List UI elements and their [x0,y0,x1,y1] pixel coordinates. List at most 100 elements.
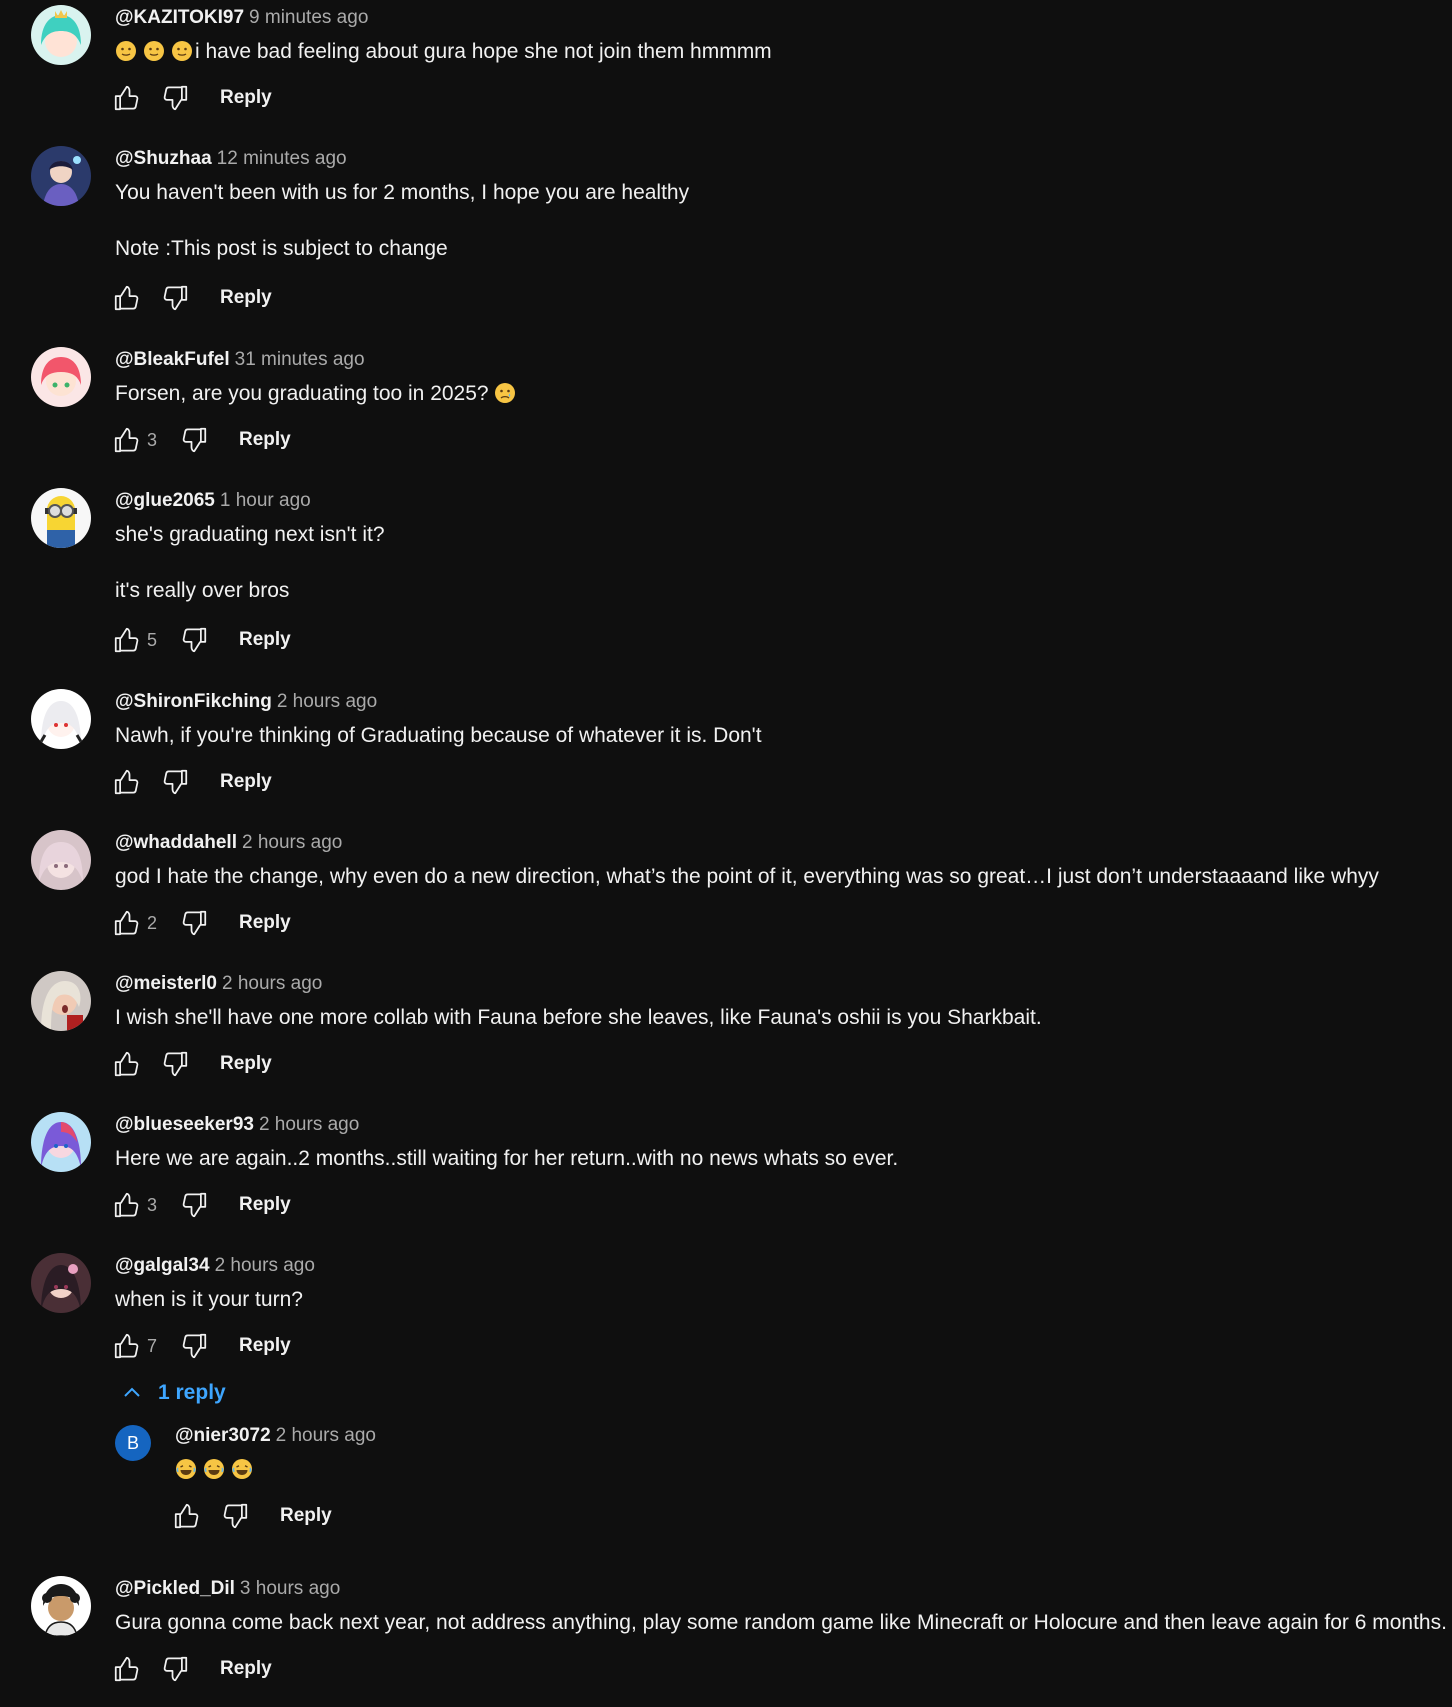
comment-text: when is it your turn? [115,1288,303,1311]
avatar[interactable] [31,1576,91,1636]
author-name[interactable]: @glue2065 [115,490,215,511]
thumb-up-outline-icon [112,1190,142,1220]
thumb-down-outline-icon [160,1049,190,1079]
avatar[interactable] [31,1112,91,1172]
comment-text: I wish she'll have one more collab with … [115,1006,1042,1029]
timestamp[interactable]: 2 hours ago [242,832,342,853]
comment-text: Gura gonna come back next year, not addr… [115,1611,1447,1634]
dislike-button[interactable] [160,83,190,113]
comment-actions: 3 Reply [112,1189,291,1221]
like-button[interactable] [112,425,142,455]
avatar[interactable] [31,146,91,206]
reply-avatar[interactable]: B [115,1425,151,1461]
slightly-smiling-face-emoji [143,40,165,62]
dislike-button[interactable] [179,625,209,655]
author-name[interactable]: @Pickled_Dil [115,1578,235,1599]
reply-button[interactable]: Reply [220,1658,272,1680]
timestamp[interactable]: 2 hours ago [215,1255,315,1276]
thumb-down-outline-icon [220,1501,250,1531]
comment-header: @galgal34 2 hours ago [115,1254,315,1278]
reply-button[interactable]: Reply [220,87,272,109]
avatar[interactable] [31,488,91,548]
avatar[interactable] [31,5,91,65]
reply-button[interactable]: Reply [239,429,291,451]
like-button[interactable] [112,1190,142,1220]
sad-face-emoji [494,382,516,404]
dislike-button[interactable] [160,1049,190,1079]
comment-text: i have bad feeling about gura hope she n… [115,38,772,66]
reply-button[interactable]: Reply [220,1053,272,1075]
timestamp[interactable]: 9 minutes ago [249,7,368,28]
author-name[interactable]: @whaddahell [115,832,237,853]
reply-button[interactable]: Reply [239,629,291,651]
like-button[interactable] [172,1501,202,1531]
replies-toggle-button[interactable]: 1 reply [120,1381,226,1405]
dislike-button[interactable] [160,767,190,797]
like-button[interactable] [112,1331,142,1361]
avatar[interactable] [31,689,91,749]
thumb-down-outline-icon [179,908,209,938]
dislike-button[interactable] [220,1501,250,1531]
like-button[interactable] [112,625,142,655]
comment-text-body: Forsen, are you graduating too in 2025? [115,382,489,405]
timestamp[interactable]: 12 minutes ago [217,148,347,169]
reply-header: @nier3072 2 hours ago [175,1424,376,1448]
dislike-button[interactable] [179,425,209,455]
timestamp[interactable]: 2 hours ago [259,1114,359,1135]
timestamp[interactable]: 2 hours ago [277,691,377,712]
reply-button[interactable]: Reply [239,1194,291,1216]
thumb-down-outline-icon [160,83,190,113]
comment-header: @whaddahell 2 hours ago [115,831,342,855]
dislike-button[interactable] [179,1331,209,1361]
thumb-up-outline-icon [112,625,142,655]
dislike-button[interactable] [179,908,209,938]
author-name[interactable]: @Shuzhaa [115,148,212,169]
comment-header: @Shuzhaa 12 minutes ago [115,147,347,171]
timestamp[interactable]: 31 minutes ago [235,349,365,370]
author-name[interactable]: @meisterl0 [115,973,217,994]
reply-author-name[interactable]: @nier3072 [175,1425,271,1446]
comment-text-body: i have bad feeling about gura hope she n… [195,40,772,63]
like-button[interactable] [112,1654,142,1684]
avatar[interactable] [31,347,91,407]
reply-button[interactable]: Reply [239,1335,291,1357]
author-name[interactable]: @BleakFufel [115,349,230,370]
like-button[interactable] [112,83,142,113]
timestamp[interactable]: 1 hour ago [220,490,311,511]
reply-text [175,1456,259,1484]
avatar[interactable] [31,830,91,890]
author-name[interactable]: @galgal34 [115,1255,210,1276]
comment-actions: 7 Reply [112,1330,291,1362]
author-name[interactable]: @blueseeker93 [115,1114,254,1135]
reply-button[interactable]: Reply [220,287,272,309]
author-name[interactable]: @KAZITOKI97 [115,7,244,28]
reply-button[interactable]: Reply [220,771,272,793]
comment-text: she's graduating next isn't it? it's rea… [115,523,385,602]
dislike-button[interactable] [179,1190,209,1220]
timestamp[interactable]: 3 hours ago [240,1578,340,1599]
reply-button[interactable]: Reply [280,1505,332,1527]
author-name[interactable]: @ShironFikching [115,691,272,712]
like-count: 5 [147,629,158,650]
thumb-up-outline-icon [112,1049,142,1079]
comment-actions: 3 Reply [112,424,291,456]
like-button[interactable] [112,1049,142,1079]
timestamp[interactable]: 2 hours ago [222,973,322,994]
tears-of-joy-emoji [203,1458,225,1480]
dislike-button[interactable] [160,283,190,313]
thumb-up-outline-icon [112,908,142,938]
chevron-up-icon [124,1387,140,1397]
comment-actions: Reply [112,1048,272,1080]
like-button[interactable] [112,283,142,313]
thumb-up-outline-icon [172,1501,202,1531]
reply-button[interactable]: Reply [239,912,291,934]
thumb-up-outline-icon [112,283,142,313]
comment-header: @BleakFufel 31 minutes ago [115,348,365,372]
avatar[interactable] [31,971,91,1031]
avatar[interactable] [31,1253,91,1313]
like-button[interactable] [112,908,142,938]
dislike-button[interactable] [160,1654,190,1684]
comment-header: @Pickled_Dil 3 hours ago [115,1577,340,1601]
like-button[interactable] [112,767,142,797]
reply-timestamp[interactable]: 2 hours ago [276,1425,376,1446]
